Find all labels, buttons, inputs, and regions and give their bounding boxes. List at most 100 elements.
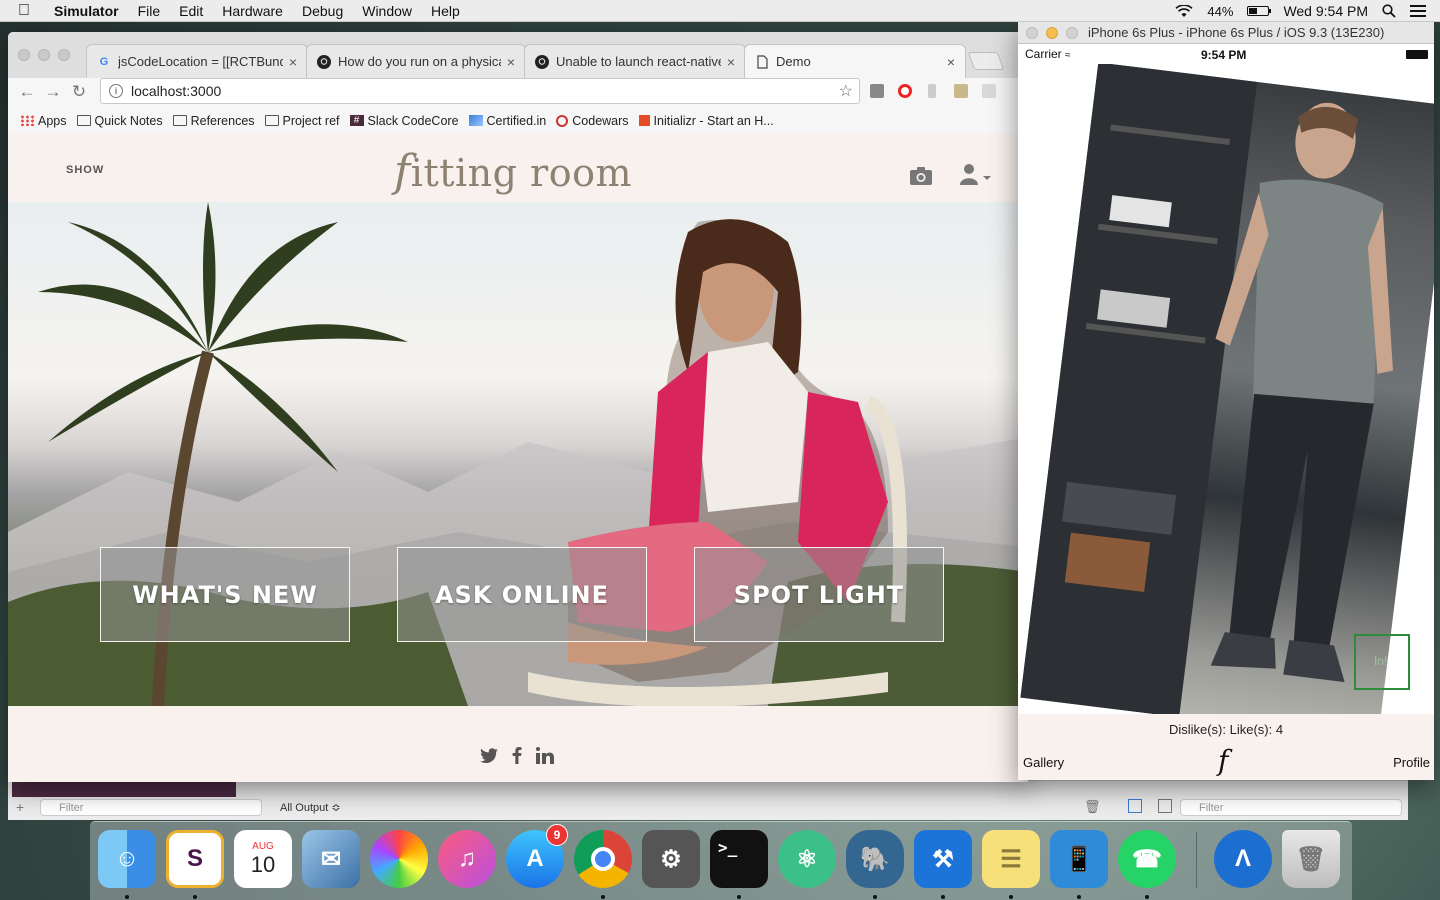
running-indicator — [1077, 895, 1081, 899]
address-bar[interactable]: i localhost:3000 ☆ — [100, 78, 860, 104]
simulator-title: iPhone 6s Plus - iPhone 6s Plus / iOS 9.… — [1088, 25, 1385, 40]
xcode-icon[interactable]: ⚒ — [914, 830, 972, 888]
bookmark-references[interactable]: References — [172, 114, 255, 128]
user-dropdown-icon[interactable] — [960, 163, 992, 185]
terminal-icon[interactable]: >_ — [710, 830, 768, 888]
bookmark-quick-notes[interactable]: Quick Notes — [76, 114, 163, 128]
extension-icon[interactable] — [928, 84, 936, 98]
spotlight-search-icon[interactable] — [1382, 4, 1396, 18]
filter-input-right[interactable]: Filter — [1180, 799, 1402, 816]
site-logo[interactable]: fitting room — [394, 146, 632, 197]
calendar-icon[interactable]: AUG 10 — [234, 830, 292, 888]
bookmark-star-icon[interactable]: ☆ — [839, 81, 853, 101]
facebook-icon[interactable] — [512, 746, 522, 764]
reload-icon[interactable]: ↻ — [66, 82, 92, 102]
running-indicator — [941, 895, 945, 899]
close-tab-icon[interactable]: × — [947, 54, 955, 70]
wifi-icon[interactable] — [1175, 4, 1193, 18]
minimize-window-button[interactable] — [38, 49, 50, 61]
dock-divider — [1196, 832, 1197, 888]
menu-edit[interactable]: Edit — [179, 3, 203, 19]
github-icon — [317, 54, 331, 69]
whats-new-button[interactable]: WHAT'S NEW — [100, 547, 350, 642]
split-view-icon[interactable] — [1128, 799, 1142, 813]
chrome-icon[interactable] — [574, 830, 632, 888]
forward-arrow-icon[interactable]: → — [40, 82, 66, 102]
grid-view-icon[interactable] — [1158, 799, 1172, 813]
tab-demo[interactable]: Demo × — [744, 44, 966, 78]
trash-icon[interactable]: 🗑 — [1084, 799, 1101, 815]
notes-icon[interactable]: ☰ — [982, 830, 1040, 888]
finder-icon[interactable]: ☺ — [98, 830, 156, 888]
menu-debug[interactable]: Debug — [302, 3, 343, 19]
mail-stamp-icon[interactable]: ✉ — [302, 830, 360, 888]
slack-icon[interactable]: S — [166, 830, 224, 888]
bookmark-apps[interactable]: Apps — [20, 114, 67, 128]
simulator-icon[interactable]: 📱 — [1050, 830, 1108, 888]
gallery-tab[interactable]: Gallery — [1023, 755, 1064, 770]
camera-icon[interactable] — [910, 167, 932, 185]
running-indicator — [1145, 895, 1149, 899]
menu-file[interactable]: File — [138, 3, 161, 19]
tab-react-native[interactable]: Unable to launch react-native × — [524, 44, 746, 78]
menu-window[interactable]: Window — [362, 3, 412, 19]
system-preferences-icon[interactable]: ⚙ — [642, 830, 700, 888]
notification-center-icon[interactable] — [1410, 5, 1426, 17]
app-logo[interactable]: f — [1218, 744, 1228, 777]
html5-icon — [638, 115, 650, 126]
app-store-icon[interactable]: A9 — [506, 824, 568, 888]
outfit-photo[interactable] — [1020, 64, 1434, 714]
close-tab-icon[interactable]: × — [727, 54, 735, 70]
filter-input-left[interactable]: Filter — [40, 799, 262, 816]
menu-help[interactable]: Help — [431, 3, 460, 19]
running-indicator — [737, 895, 741, 899]
close-tab-icon[interactable]: × — [289, 54, 297, 70]
clock[interactable]: Wed 9:54 PM — [1283, 3, 1368, 19]
postgres-elephant-icon[interactable]: 🐘 — [846, 830, 904, 888]
opera-extension-icon[interactable] — [898, 84, 912, 98]
battery-percent[interactable]: 44% — [1207, 4, 1233, 19]
tab-physical-device[interactable]: How do you run on a physical × — [306, 44, 526, 78]
extension-icon[interactable] — [870, 84, 884, 98]
atom-icon[interactable]: ⚛ — [778, 830, 836, 888]
zoom-window-button[interactable] — [1066, 27, 1078, 39]
bookmark-certified[interactable]: Certified.in — [468, 114, 546, 128]
itunes-icon[interactable]: ♫ — [438, 830, 496, 888]
all-output-selector[interactable]: All Output ≎ — [280, 801, 341, 814]
whatsapp-icon[interactable]: ☎ — [1118, 830, 1176, 888]
trash-icon[interactable]: 🗑 — [1282, 830, 1340, 888]
ask-online-button[interactable]: ASK ONLINE — [397, 547, 647, 642]
simulator-title-bar: iPhone 6s Plus - iPhone 6s Plus / iOS 9.… — [1018, 22, 1434, 44]
back-arrow-icon[interactable]: ← — [14, 82, 40, 102]
spot-light-button[interactable]: SPOT LIGHT — [694, 547, 944, 642]
swipe-card-area[interactable]: In! — [1018, 64, 1434, 714]
folder-icon — [76, 115, 91, 126]
applications-folder-icon[interactable]: Λ — [1214, 830, 1272, 888]
show-menu-link[interactable]: SHOW — [66, 164, 104, 176]
battery-icon[interactable] — [1247, 6, 1272, 16]
bookmark-project-ref[interactable]: Project ref — [264, 114, 340, 128]
close-window-button[interactable] — [18, 49, 30, 61]
menu-hardware[interactable]: Hardware — [222, 3, 283, 19]
linkedin-icon[interactable] — [536, 746, 554, 764]
zoom-window-button[interactable] — [58, 49, 70, 61]
minimize-window-button[interactable] — [1046, 27, 1058, 39]
tab-jscodelocation[interactable]: G jsCodeLocation = [[RCTBundl × — [86, 44, 308, 78]
profile-tab[interactable]: Profile — [1393, 755, 1430, 770]
apple-icon[interactable]:  — [18, 2, 36, 20]
twitter-icon[interactable] — [480, 747, 498, 763]
photos-icon[interactable] — [370, 830, 428, 888]
close-tab-icon[interactable]: × — [507, 54, 515, 70]
slack-icon: # — [349, 115, 364, 126]
extension-icon[interactable] — [982, 84, 996, 98]
info-icon[interactable]: i — [109, 84, 123, 98]
extension-icon[interactable] — [954, 84, 968, 98]
bookmark-codewars[interactable]: Codewars — [556, 114, 629, 128]
dock: ☺ S AUG 10 ✉ ♫ A9 ⚙ >_ ⚛ 🐘 ⚒ ☰ 📱 ☎ Λ 🗑 — [90, 821, 1352, 900]
bookmark-slack-codecore[interactable]: # Slack CodeCore — [349, 114, 459, 128]
close-window-button[interactable] — [1026, 27, 1038, 39]
menu-app-name[interactable]: Simulator — [54, 3, 119, 19]
add-icon[interactable]: + — [16, 799, 24, 815]
bookmark-initializr[interactable]: Initializr - Start an H... — [638, 114, 774, 128]
new-tab-button[interactable] — [967, 52, 1005, 70]
